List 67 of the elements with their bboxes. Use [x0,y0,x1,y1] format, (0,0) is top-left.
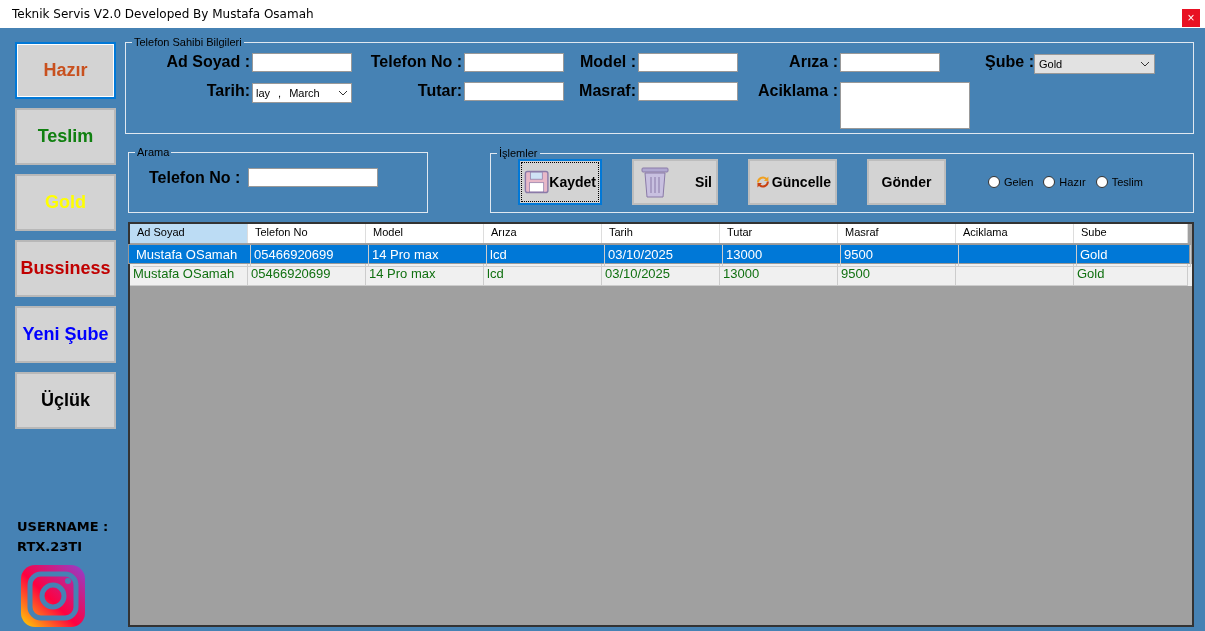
search-field[interactable] [248,168,379,187]
column-header[interactable]: Tutar [720,224,838,243]
field-label: Telefon No : [369,53,463,71]
field-label: Şube : [984,53,1035,71]
table-cell: 03/10/2025 [608,247,674,262]
input-field[interactable] [252,53,352,72]
radio-button[interactable]: Teslim [1095,176,1143,188]
table-cell: 9500 [841,266,870,281]
table-cell: Gold [1077,266,1105,281]
username: RTX.23TI [17,538,84,556]
sidebar-button[interactable]: Yeni Şube [15,306,116,363]
branch-dropdown[interactable]: Gold [1034,54,1155,74]
radio-button[interactable]: Hazır [1043,176,1086,188]
group-title: Telefon Sahibi Bilgileri [133,36,243,48]
column-header[interactable]: Sube [1074,224,1188,243]
table-cell: Mustafa OSamah [136,247,238,262]
input-field[interactable] [638,53,738,72]
column-header[interactable]: Model [366,224,484,243]
table-cell: 03/10/2025 [605,266,671,281]
radio-button[interactable]: Gelen [988,176,1034,188]
table-cell: lcd [487,266,504,281]
column-header[interactable]: Arıza [484,224,602,243]
group-title: Arama [136,146,171,158]
table-cell: 14 Pro max [369,266,436,281]
caret-icon [338,90,348,96]
column-header[interactable]: Tarih [602,224,720,243]
field-label: Masraf: [578,82,637,100]
field-label: Aciklama : [756,82,839,100]
field-label: Tutar: [416,82,463,100]
caret-icon [1140,61,1150,67]
field-label: Ad Soyad : [165,53,251,71]
table-cell: 13000 [726,247,763,262]
input-field[interactable] [638,82,738,101]
field-label: Arıza : [788,53,839,71]
action-button[interactable]: Gönder [867,159,946,205]
input-field[interactable] [464,53,564,72]
table-cell: lcd [490,247,507,262]
table-cell: 9500 [844,247,873,262]
field-label: Model : [579,53,637,71]
field-label: Telefon No : [149,168,242,187]
table-cell: Gold [1080,247,1108,262]
table-cell: Mustafa OSamah [133,266,235,281]
action-button[interactable]: Kaydet [518,159,602,205]
input-field[interactable] [840,53,940,72]
date-picker[interactable]: lay , March [252,83,352,103]
table-row[interactable]: Mustafa OSamah 05466920699 14 Pro max lcd 03/10/2025 13000 9500 Gold [128,244,1190,264]
table-row[interactable]: Mustafa OSamah 05466920699 14 Pro max lcd 03/10/2025 13000 9500 Gold [130,264,1192,286]
column-header[interactable]: Telefon No [248,224,366,243]
action-button[interactable]: Sil [632,159,718,205]
column-header[interactable]: Aciklama [956,224,1074,243]
sidebar-button[interactable]: Üçlük [15,372,116,429]
column-header[interactable]: Masraf [838,224,956,243]
close-button[interactable]: × [1182,9,1200,27]
username-label: USERNAME : [17,518,110,536]
textarea-field[interactable] [840,82,970,129]
table-cell: 05466920699 [251,266,331,281]
input-field[interactable] [464,82,564,101]
column-header[interactable]: Ad Soyad [130,224,248,243]
table-cell: 14 Pro max [372,247,439,262]
table-cell: 13000 [723,266,760,281]
field-label: Tarih: [205,82,251,100]
camera-app-icon [21,565,85,627]
window-title: Teknik Servis V2.0 Developed By Mustafa Osamah [12,7,314,21]
action-button[interactable]: Güncelle [748,159,837,205]
sidebar-button[interactable]: Bussiness [15,240,116,297]
table-cell: 05466920699 [254,247,334,262]
group-title: İşlemler [498,147,539,159]
